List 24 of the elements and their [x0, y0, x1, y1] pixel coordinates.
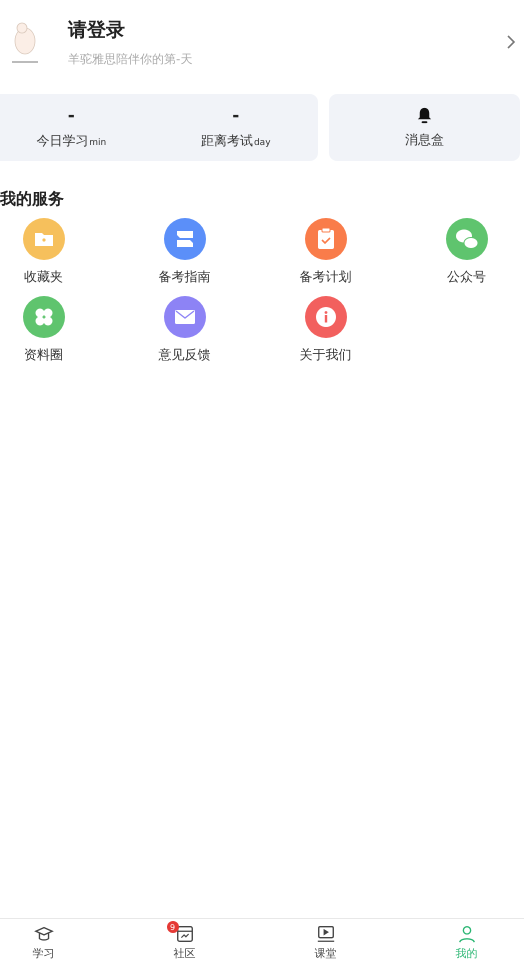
login-prompt[interactable]: 请登录: [68, 16, 125, 42]
inbox-button[interactable]: 消息盒: [329, 94, 520, 161]
stat-label: 距离考试 day: [200, 132, 271, 150]
service-item[interactable]: 关于我们: [300, 296, 352, 364]
person-icon: [456, 924, 476, 944]
tab[interactable]: 学习: [14, 919, 74, 966]
service-item[interactable]: 备考指南: [158, 218, 210, 286]
stat-label: 今日学习 min: [36, 132, 106, 150]
chart-board-icon: [174, 924, 194, 944]
stat-value: -: [68, 106, 75, 126]
service-item[interactable]: 收藏夹: [22, 218, 64, 286]
service-item[interactable]: 备考计划: [300, 218, 352, 286]
notification-count: 9: [166, 921, 178, 933]
tab[interactable]: 社区 9: [154, 919, 214, 966]
section-title: 我的服务: [0, 189, 64, 210]
service-item[interactable]: 公众号: [446, 218, 488, 286]
bell-icon: [415, 106, 434, 125]
service-item[interactable]: 资料圈: [22, 296, 64, 364]
service-item[interactable]: 意见反馈: [158, 296, 210, 364]
play-screen-icon: [316, 924, 336, 944]
tab[interactable]: 课堂: [296, 919, 356, 966]
stat-value: -: [232, 106, 240, 126]
chevron-right-icon[interactable]: [506, 34, 516, 50]
companion-days-text: 羊驼雅思陪伴你的第-天: [68, 50, 192, 68]
